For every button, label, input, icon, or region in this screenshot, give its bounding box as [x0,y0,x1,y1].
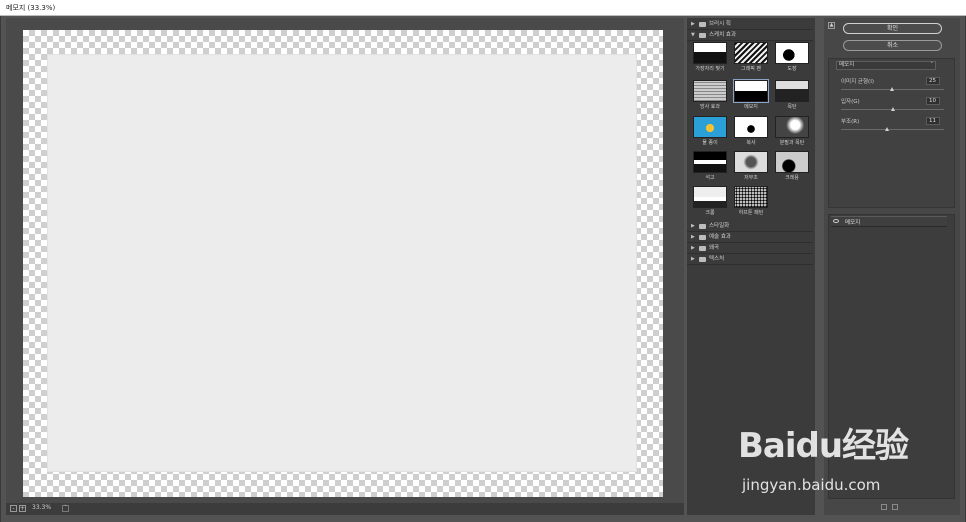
category-texture[interactable]: ▶ 텍스처 [687,255,813,265]
filter-thumb-halftone-mesh[interactable] [693,80,727,102]
category-artistic[interactable]: ▶ 예술 효과 [687,233,813,243]
relief-slider-thumb[interactable] [885,127,889,131]
preview-image [47,54,637,472]
ok-button[interactable]: 확인 [843,23,942,34]
image-balance-input[interactable]: 25 [926,77,940,85]
zoom-bar: - + 33.3% ˅ [6,503,684,515]
filter-thumb-charcoal[interactable] [775,80,809,102]
filter-thumb-note-paper[interactable] [733,79,769,103]
graininess-input[interactable]: 10 [926,97,940,105]
watermark-url: jingyan.baidu.com [742,476,881,494]
filter-thumb-photocopy[interactable] [734,116,768,138]
expand-arrow-icon: ▶ [691,234,695,240]
zoom-in-button[interactable]: + [19,505,26,512]
folder-icon [699,224,706,229]
expand-arrow-icon: ▶ [691,245,695,251]
eye-icon[interactable] [833,219,839,223]
filter-thumb-chalk-charcoal[interactable] [775,116,809,138]
cancel-button[interactable]: 취소 [843,40,942,51]
relief-input[interactable]: 11 [926,117,940,125]
zoom-out-button[interactable]: - [10,505,17,512]
image-balance-slider-thumb[interactable] [890,87,894,91]
filter-thumb-label: 하프톤 패턴 [738,210,764,216]
category-stylize[interactable]: ▶ 스타일화 [687,222,813,232]
filter-thumb-label: 저부조 [744,175,758,181]
filter-thumb-label: 석고 [705,175,715,181]
preview-area[interactable] [6,18,684,515]
filter-select-value: 메모지 [839,62,855,68]
category-label: 브러시 획 [709,21,731,27]
filter-thumb-label: 망사 효과 [700,104,720,110]
expand-arrow-icon: ▶ [691,21,695,27]
window-title: 메모지 (33.3%) [6,4,56,12]
relief-label: 부조(R) [841,119,860,125]
collapse-arrow-icon: ▼ [691,32,695,38]
filter-thumb-label: 도장 [787,66,797,72]
folder-icon [699,33,706,38]
filter-thumb-label: 가장자리 찢기 [695,66,725,72]
filter-options: 메모지 ˅ 이미지 균형(I) 25 입자(G) 10 부조(R) 11 [828,58,955,208]
filter-thumb-plaster[interactable] [693,151,727,173]
filter-thumb-label: 분필과 목탄 [779,140,805,146]
new-effect-layer-icon[interactable] [881,504,887,510]
filter-thumb-label: 메모지 [744,104,758,110]
filter-thumb-halftone-pattern[interactable] [734,186,768,208]
category-label: 텍스처 [709,256,725,262]
folder-icon [699,235,706,240]
filter-thumb-torn-edges[interactable] [693,42,727,64]
filter-thumb-water-paper[interactable] [693,116,727,138]
expand-arrow-icon: ▶ [691,223,695,229]
filter-thumb-label: 그래픽 펜 [741,66,761,72]
filter-thumb-label: 목탄 [787,104,797,110]
category-distort[interactable]: ▶ 왜곡 [687,244,813,254]
filter-thumb-graphic-pen[interactable] [734,42,768,64]
chevron-down-icon: ˅ [930,62,934,68]
filter-thumb-label: 복사 [746,140,756,146]
category-label: 왜곡 [709,245,720,251]
category-brush-strokes[interactable]: ▶ 브러시 획 [687,20,813,30]
filter-select[interactable]: 메모지 ˅ [836,61,936,70]
expand-arrow-icon: ▶ [691,256,695,262]
category-label: 스케치 효과 [709,32,737,38]
image-balance-label: 이미지 균형(I) [841,79,874,85]
folder-icon [699,246,706,251]
watermark: Baidu经验 jingyan.baidu.com [738,418,928,502]
effect-layer-row[interactable]: 메모지 [831,216,947,227]
filter-thumb-label: 물 종이 [702,140,718,146]
category-label: 스타일화 [709,223,730,229]
collapse-gallery-icon[interactable]: ▲ [828,22,835,29]
filter-thumb-bas-relief[interactable] [734,151,768,173]
filter-thumb-conte-crayon[interactable] [775,151,809,173]
category-sketch[interactable]: ▼ 스케치 효과 [687,31,813,41]
graininess-slider-thumb[interactable] [891,107,895,111]
folder-icon [699,22,706,27]
delete-effect-layer-icon[interactable] [892,504,898,510]
zoom-level: 33.3% [32,504,52,511]
graininess-label: 입자(G) [841,99,860,105]
transparency-canvas [23,30,663,497]
relief-slider[interactable] [841,129,944,130]
title-bar: 메모지 (33.3%) [0,0,966,16]
zoom-dropdown-icon[interactable]: ˅ [62,505,69,512]
watermark-logo: Baidu经验 [738,426,909,466]
folder-icon [699,257,706,262]
effect-layer-name: 메모지 [845,220,861,226]
filter-thumb-label: 크롬 [705,210,715,216]
filter-thumb-label: 크레용 [785,175,799,181]
filter-thumb-chrome[interactable] [693,186,727,208]
category-label: 예술 효과 [709,234,731,240]
filter-thumb-stamp[interactable] [775,42,809,64]
